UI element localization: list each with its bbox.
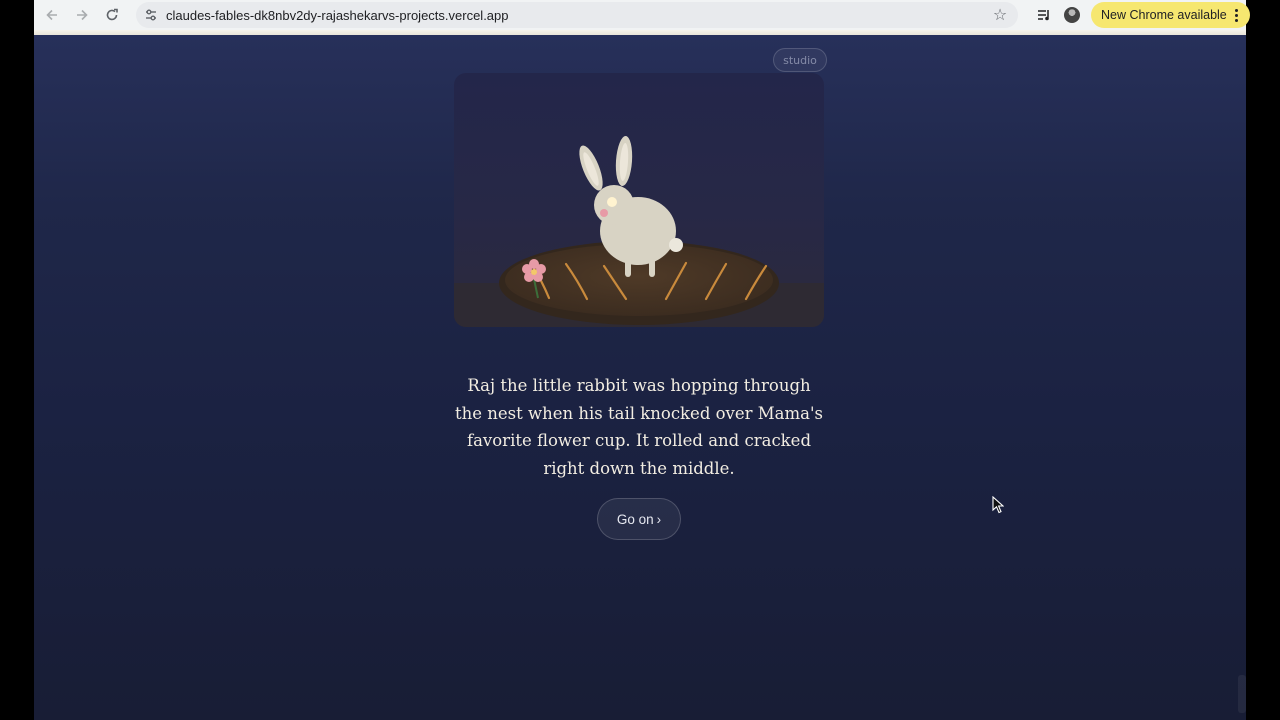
- go-on-label: Go on: [616, 511, 654, 527]
- rabbit-nest-illustration: [454, 136, 824, 327]
- profile-avatar[interactable]: [1064, 7, 1080, 23]
- address-bar[interactable]: claudes-fables-dk8nbv2dy-rajashekarvs-pr…: [136, 2, 1018, 28]
- url-text[interactable]: claudes-fables-dk8nbv2dy-rajashekarvs-pr…: [166, 8, 509, 23]
- new-chrome-available-button[interactable]: New Chrome available: [1091, 2, 1250, 28]
- story-illustration: [454, 73, 824, 327]
- chevron-right-icon: ›: [656, 511, 662, 527]
- back-arrow-icon[interactable]: [37, 0, 67, 30]
- page-viewport: studio Raj the little rabbit was hopping…: [34, 35, 1246, 720]
- reload-icon[interactable]: [97, 0, 127, 30]
- studio-badge[interactable]: studio: [773, 48, 827, 72]
- more-menu-icon[interactable]: [1234, 8, 1238, 22]
- browser-toolbar: claudes-fables-dk8nbv2dy-rajashekarvs-pr…: [34, 0, 1250, 30]
- update-chip-label: New Chrome available: [1101, 8, 1227, 22]
- story-paragraph: Raj the little rabbit was hopping throug…: [454, 376, 823, 478]
- scrollbar-thumb[interactable]: [1238, 675, 1246, 713]
- site-settings-icon[interactable]: [138, 2, 164, 28]
- media-controls-icon[interactable]: [1034, 5, 1054, 25]
- go-on-button[interactable]: Go on ›: [597, 498, 681, 540]
- mouse-cursor-icon: [992, 496, 1004, 514]
- forward-arrow-icon[interactable]: [67, 0, 97, 30]
- bookmark-star-icon[interactable]: ☆: [990, 5, 1010, 25]
